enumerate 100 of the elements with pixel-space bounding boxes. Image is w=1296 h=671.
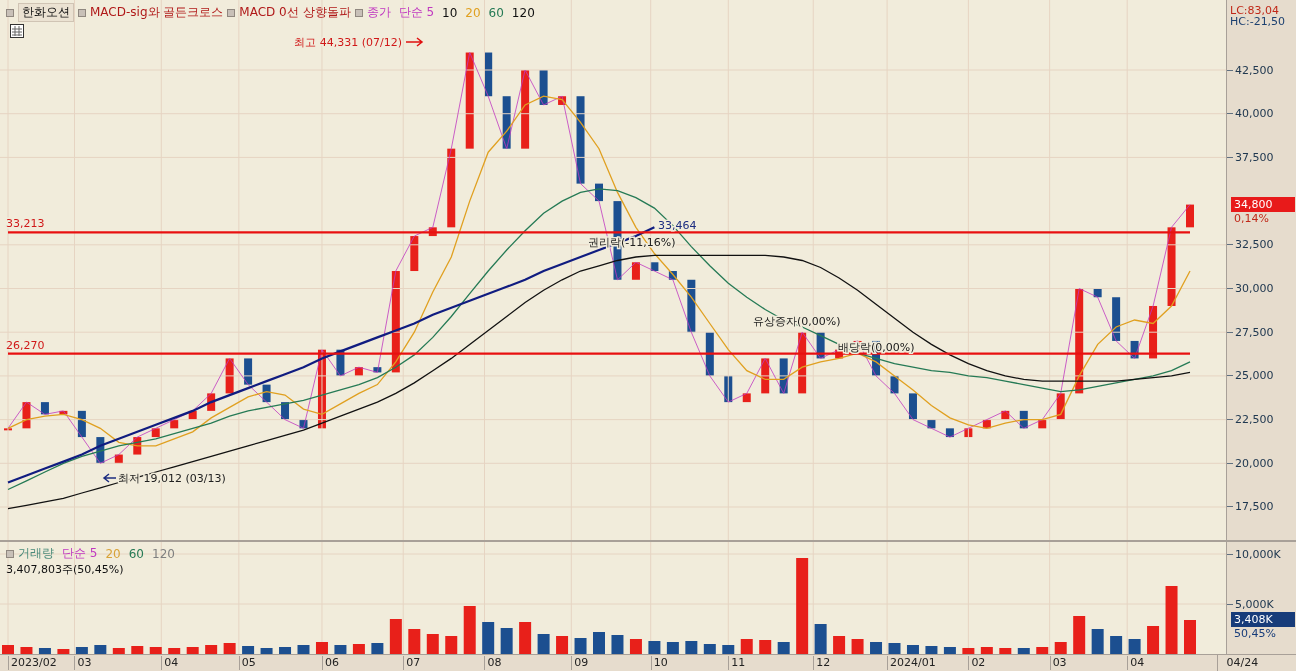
date-label: 08 [484,656,502,671]
volume-bar [740,639,753,655]
axis-label: 27,500 [1235,325,1274,339]
date-label: 04 [1127,656,1145,671]
moving-average-label: 120 [511,5,535,20]
volume-bar [149,647,162,655]
volume-bar [445,636,458,655]
volume-bar [851,639,864,655]
volume-bar [1054,642,1067,655]
date-label: 11 [728,656,746,671]
volume-bar [1073,616,1086,655]
date-label: 07 [403,656,421,671]
chart-annotation: 33,213 [6,217,45,230]
axis-label: 10,000K [1235,547,1281,561]
moving-average-label: 단순 5 [62,545,98,563]
volume-bar [1147,626,1160,655]
volume-bar [759,640,772,655]
axis-label: 42,500 [1235,63,1274,77]
volume-bar [999,648,1012,655]
axis-label: 30,000 [1235,282,1274,295]
indicator-value: LC:83,04 [1229,5,1280,16]
indicator-value: HC:-21,50 [1229,16,1287,27]
volume-bar [980,647,993,655]
moving-average-label: 20 [105,546,121,561]
volume-bar [408,629,421,655]
axis-label: 40,000 [1235,107,1274,121]
date-label: 04 [161,656,179,671]
indicator-label[interactable]: MACD 0선 상향돌파 [239,4,351,21]
series-label: 거래량 [18,545,54,563]
moving-average-label: 60 [488,5,504,20]
volume-bar [2,645,14,655]
date-label: 12 [813,656,831,671]
volume-bar [519,622,532,655]
date-label: 04/24 [1226,656,1259,670]
volume-bar [1184,620,1196,655]
volume-bar [205,645,218,655]
volume-bar [260,648,273,655]
chart-annotation: 26,270 [6,339,45,352]
axis-label: 32,500 [1235,238,1274,252]
current-volume-tag: 3,408K [1231,612,1295,628]
volume-bar [38,648,51,655]
volume-ratio: 50,45% [1234,627,1276,641]
volume-bar [57,649,70,655]
volume-bar [648,641,661,655]
bullet-icon [6,8,14,17]
volume-bar [482,622,495,655]
bullet-icon [354,8,363,17]
volume-bar [297,645,310,655]
volume-bar [556,636,569,655]
bullet-icon [227,8,236,17]
volume-bar [75,647,88,655]
volume-bar [722,645,735,655]
volume-bar [833,636,846,655]
date-label: 2023/02 [8,656,57,671]
volume-bar [906,645,919,655]
volume-bar [20,647,33,655]
axis-label: 25,000 [1235,369,1274,383]
volume-bar [500,628,513,655]
volume-bar [94,645,107,655]
volume-bar [685,641,698,655]
volume-bar [888,643,901,655]
axis-label: 20,000 [1235,456,1274,470]
volume-bar [242,646,255,655]
volume-bar [666,642,679,655]
date-label: 2024/01 [887,656,936,671]
volume-bar [426,634,439,655]
volume-bar [777,642,790,655]
axis-label: 37,500 [1235,150,1274,164]
volume-bar [186,647,199,655]
volume-bar [870,642,883,655]
bullet-icon [6,549,14,558]
arrow-icon [405,37,424,47]
volume-bar [223,643,236,655]
volume-bar [352,644,365,655]
volume-bar [943,647,956,655]
volume-reading: 3,407,803주(50,45%) [6,562,125,578]
moving-average-label: 120 [152,546,175,561]
date-label: 09 [571,656,589,671]
volume-bar [334,645,347,655]
volume-bar [925,646,938,655]
indicator-label[interactable]: MACD-sig와 골든크로스 [90,4,224,21]
volume-bar [1017,648,1030,655]
moving-average-label: 60 [128,546,144,561]
stock-name[interactable]: 한화오션 [18,3,74,22]
moving-average-label: 10 [442,5,458,20]
volume-bar [1036,647,1049,655]
axis-label: 22,500 [1235,413,1274,427]
date-label: 06 [321,656,339,671]
volume-bar [1128,639,1141,655]
volume-bar [611,635,624,655]
date-label: 10 [650,656,668,671]
volume-bar [112,648,125,655]
volume-bar [279,647,292,655]
volume-bar [315,642,328,655]
table-icon[interactable] [10,24,24,38]
volume-bar [1110,636,1123,655]
moving-average-label: 단순 5 [398,4,434,21]
date-label: 03 [74,656,92,671]
volume-bar [1165,586,1178,655]
volume-bar [629,639,642,655]
